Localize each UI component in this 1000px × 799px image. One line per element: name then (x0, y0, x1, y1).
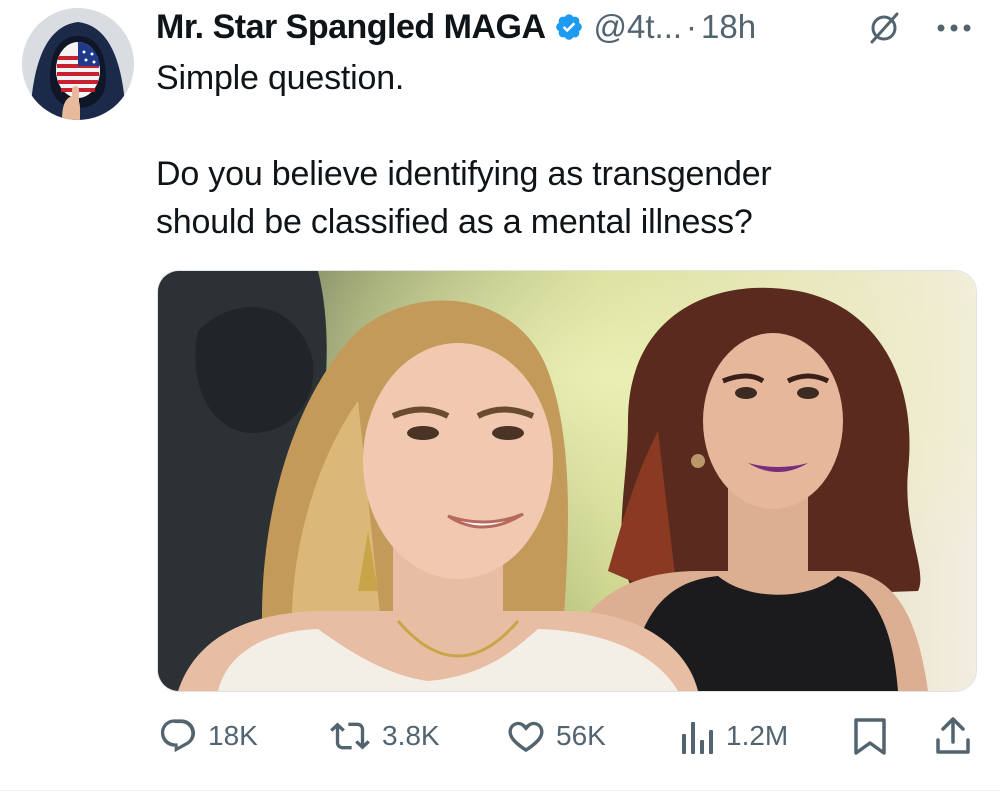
bar-chart-icon (680, 716, 716, 756)
grok-slash-circle-icon[interactable] (866, 10, 902, 46)
repost-count: 3.8K (382, 720, 440, 751)
avatar[interactable] (22, 8, 134, 120)
bookmark-icon (852, 716, 888, 756)
tweet-photo[interactable] (157, 270, 977, 692)
action-bar: 18K 3.8K 56K 1.2M (0, 708, 1000, 764)
tweet-line-3: should be classified as a mental illness… (156, 203, 753, 241)
share-upload-icon (934, 716, 972, 756)
verified-badge-icon[interactable] (554, 12, 584, 42)
repost-arrows-icon (328, 716, 372, 756)
user-handle[interactable]: @4t... (594, 8, 683, 46)
divider (0, 790, 1000, 791)
tweet-line-1: Simple question. (156, 59, 405, 97)
like-count: 56K (556, 720, 606, 751)
tweet-text: Simple question. Do you believe identify… (156, 54, 956, 246)
separator-dot: · (686, 8, 698, 45)
views-button[interactable]: 1.2M (680, 708, 788, 764)
heart-icon (506, 716, 546, 756)
tweet-card[interactable]: Mr. Star Spangled MAGA @4t... · 18h Simp… (0, 0, 1000, 799)
timestamp[interactable]: 18h (701, 8, 756, 46)
bookmark-button[interactable] (852, 708, 888, 764)
reply-bubble-icon (158, 716, 198, 756)
reply-count: 18K (208, 720, 258, 751)
views-count: 1.2M (726, 720, 789, 751)
tweet-header: Mr. Star Spangled MAGA @4t... · 18h (156, 4, 756, 50)
share-button[interactable] (934, 708, 972, 764)
tweet-line-2: Do you believe identifying as transgende… (156, 155, 772, 193)
repost-button[interactable]: 3.8K (328, 708, 440, 764)
more-dots-icon[interactable] (934, 18, 974, 38)
reply-button[interactable]: 18K (158, 708, 258, 764)
like-button[interactable]: 56K (506, 708, 606, 764)
display-name[interactable]: Mr. Star Spangled MAGA (156, 8, 546, 47)
